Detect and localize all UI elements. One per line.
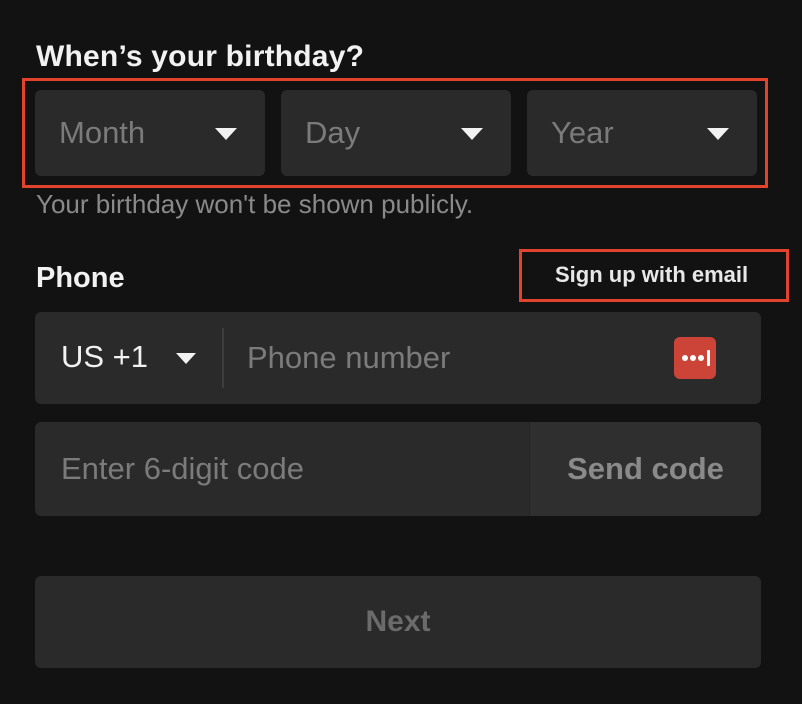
- month-select[interactable]: Month: [35, 90, 265, 176]
- day-select[interactable]: Day: [281, 90, 511, 176]
- password-manager-icon[interactable]: [674, 337, 716, 379]
- send-code-button[interactable]: Send code: [529, 422, 761, 516]
- password-manager-glyph: [682, 350, 710, 366]
- chevron-down-icon: [461, 128, 483, 140]
- birthday-title: When’s your birthday?: [36, 40, 365, 73]
- verification-code-input[interactable]: [61, 422, 521, 516]
- month-select-label: Month: [59, 115, 146, 150]
- country-code-label: US +1: [61, 339, 149, 374]
- sign-up-with-email-link[interactable]: Sign up with email: [555, 262, 748, 288]
- signup-form: When’s your birthday? Month Day Year You…: [0, 0, 802, 704]
- birthday-helper-text: Your birthday won't be shown publicly.: [36, 189, 474, 219]
- year-select[interactable]: Year: [527, 90, 757, 176]
- phone-number-input[interactable]: [247, 312, 667, 404]
- verification-code-field: Send code: [35, 422, 761, 516]
- chevron-down-icon: [215, 128, 237, 140]
- phone-field: US +1: [35, 312, 761, 404]
- country-code-select[interactable]: US +1: [35, 312, 223, 404]
- year-select-label: Year: [551, 115, 614, 150]
- chevron-down-icon: [176, 353, 196, 364]
- chevron-down-icon: [707, 128, 729, 140]
- day-select-label: Day: [305, 115, 361, 150]
- phone-label: Phone: [36, 262, 125, 294]
- next-button[interactable]: Next: [35, 576, 761, 668]
- phone-divider: [222, 328, 224, 388]
